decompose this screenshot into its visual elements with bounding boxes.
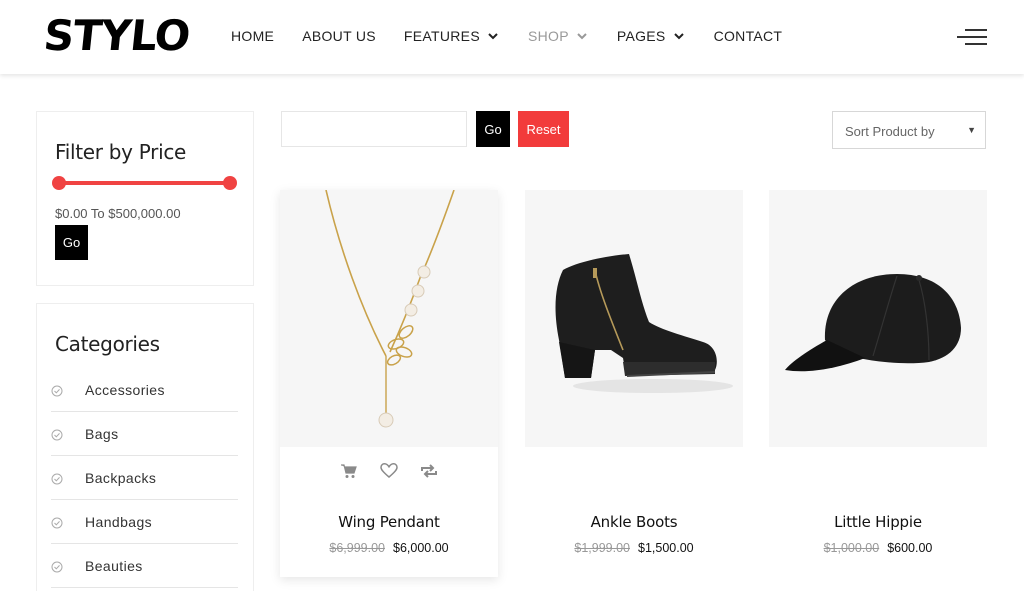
logo-text: STYLO xyxy=(41,11,192,60)
category-label: Beauties xyxy=(85,558,143,574)
category-item-accessories[interactable]: Accessories xyxy=(51,368,238,412)
product-current-price: $600.00 xyxy=(887,541,933,555)
category-label: Bags xyxy=(85,426,119,442)
category-item-handbags[interactable]: Handbags xyxy=(51,500,238,544)
nav-home-label: HOME xyxy=(231,28,275,44)
product-price: $1,999.00 $1,500.00 xyxy=(525,541,743,555)
boot-image xyxy=(555,254,733,393)
product-name[interactable]: Ankle Boots xyxy=(525,513,743,531)
select-arrow-icon: ▼ xyxy=(967,125,976,135)
compare-icon[interactable] xyxy=(420,462,438,480)
chevron-down-icon xyxy=(577,33,587,40)
nav-contact[interactable]: CONTACT xyxy=(714,28,783,44)
product-price: $1,000.00 $600.00 xyxy=(769,541,987,555)
heart-icon[interactable] xyxy=(380,462,398,480)
chevron-down-icon xyxy=(673,33,684,40)
product-name[interactable]: Wing Pendant xyxy=(280,513,498,531)
price-range-track xyxy=(58,181,231,185)
category-item-bags[interactable]: Bags xyxy=(51,412,238,456)
nav-home[interactable]: HOME xyxy=(231,28,274,44)
nav-pages-label: PAGES xyxy=(616,28,666,44)
check-circle-icon xyxy=(51,473,63,485)
search-go-button[interactable]: Go xyxy=(476,111,510,147)
sort-select-value: Sort Product by xyxy=(845,124,935,139)
nav-contact-label: CONTACT xyxy=(713,28,783,44)
cart-icon[interactable] xyxy=(340,462,358,480)
price-range-max-handle[interactable] xyxy=(223,176,237,190)
category-list: Accessories Bags Backpacks Handbags Beau… xyxy=(51,368,238,588)
category-item-backpacks[interactable]: Backpacks xyxy=(51,456,238,500)
product-price: $6,999.00 $6,000.00 xyxy=(280,541,498,555)
nav-shop-label: SHOP xyxy=(527,28,569,44)
cap-image xyxy=(785,274,961,372)
nav-about-us[interactable]: ABOUT US xyxy=(302,28,376,44)
product-card-little-hippie[interactable]: Little Hippie $1,000.00 $600.00 xyxy=(769,190,987,577)
product-name[interactable]: Little Hippie xyxy=(769,513,987,531)
check-circle-icon xyxy=(51,429,63,441)
main-nav: HOME ABOUT US FEATURES SHOP PAGES CONTAC… xyxy=(231,26,810,46)
nav-pages[interactable]: PAGES xyxy=(617,28,686,44)
product-card-wing-pendant[interactable]: Wing Pendant $6,999.00 $6,000.00 xyxy=(280,190,498,577)
reset-button[interactable]: Reset xyxy=(518,111,569,147)
product-old-price: $6,999.00 xyxy=(329,541,385,555)
category-label: Backpacks xyxy=(85,470,157,486)
nav-about-us-label: ABOUT US xyxy=(302,28,376,44)
check-circle-icon xyxy=(51,385,63,397)
product-current-price: $1,500.00 xyxy=(638,541,694,555)
nav-shop[interactable]: SHOP xyxy=(528,28,589,44)
site-header: STYLO HOME ABOUT US FEATURES SHOP PAGES … xyxy=(0,0,1024,74)
search-input[interactable] xyxy=(281,111,467,147)
product-image-cap[interactable] xyxy=(769,190,987,447)
product-old-price: $1,000.00 xyxy=(823,541,880,555)
product-actions xyxy=(280,462,498,482)
product-old-price: $1,999.00 xyxy=(574,541,630,555)
hamburger-menu-icon[interactable] xyxy=(957,27,987,47)
categories-widget: Categories Accessories Bags Backpacks Ha… xyxy=(36,303,254,591)
product-current-price: $6,000.00 xyxy=(393,541,449,555)
product-image-necklace[interactable] xyxy=(280,190,498,447)
check-circle-icon xyxy=(51,517,63,529)
filter-by-price-widget: Filter by Price $0.00 To $500,000.00 Go xyxy=(36,111,254,286)
product-card-ankle-boots[interactable]: Ankle Boots $1,999.00 $1,500.00 xyxy=(525,190,743,577)
filter-price-title: Filter by Price xyxy=(55,140,187,164)
price-range-text: $0.00 To $500,000.00 xyxy=(55,206,181,221)
category-item-beauties[interactable]: Beauties xyxy=(51,544,238,588)
price-range-slider[interactable] xyxy=(52,176,237,190)
categories-title: Categories xyxy=(55,332,160,356)
price-filter-go-button[interactable]: Go xyxy=(55,225,88,260)
logo[interactable]: STYLO xyxy=(41,11,191,60)
price-range-min-handle[interactable] xyxy=(52,176,66,190)
product-image-boot[interactable] xyxy=(525,190,743,447)
category-label: Accessories xyxy=(85,382,165,398)
necklace-image xyxy=(325,190,455,428)
category-label: Handbags xyxy=(85,514,153,530)
check-circle-icon xyxy=(51,561,63,573)
nav-features-label: FEATURES xyxy=(403,28,480,44)
chevron-down-icon xyxy=(488,33,498,40)
nav-features[interactable]: FEATURES xyxy=(404,28,500,44)
sort-product-select[interactable]: Sort Product by ▼ xyxy=(832,111,986,149)
